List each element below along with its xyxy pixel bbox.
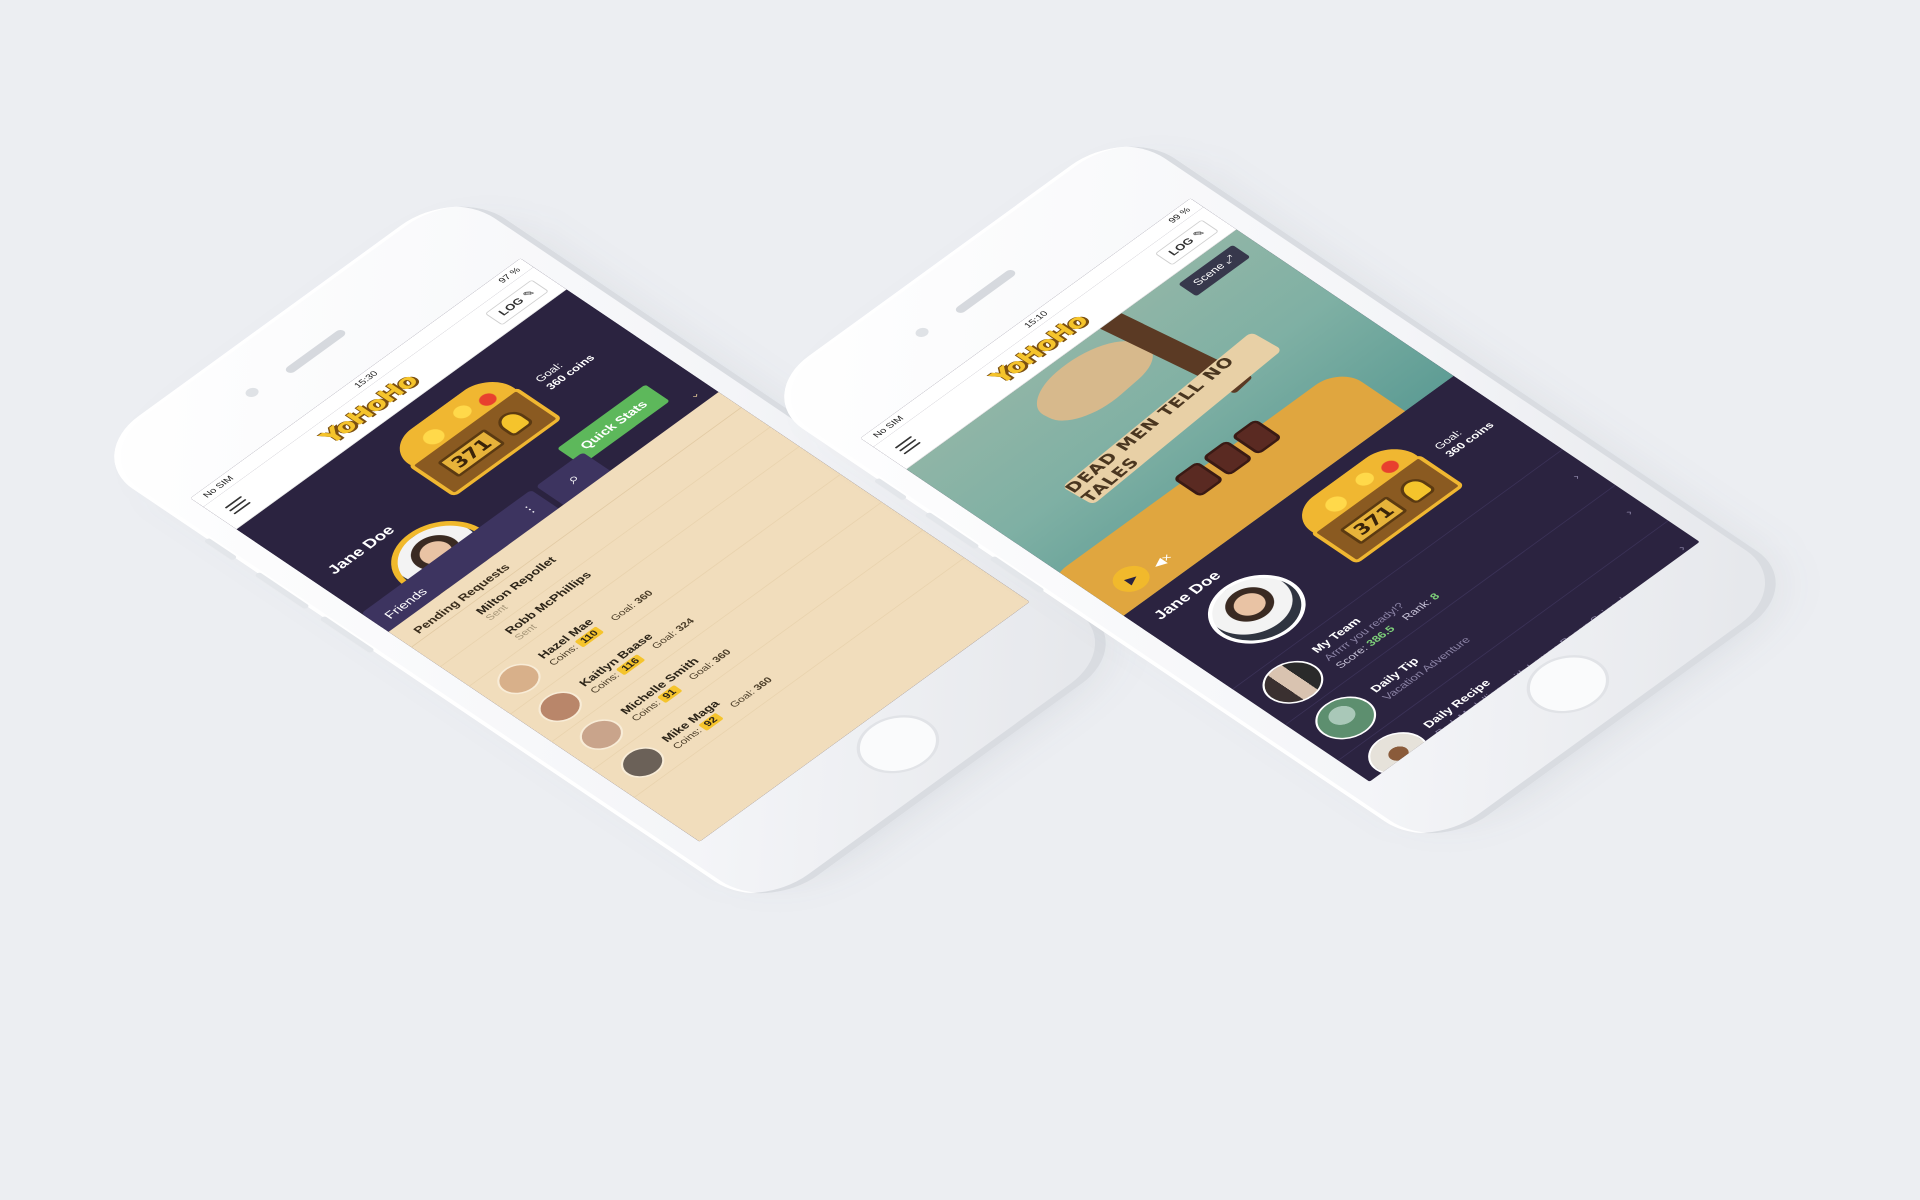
feather-icon: ✎ bbox=[1189, 227, 1208, 240]
search-icon: ⌕ bbox=[561, 470, 584, 487]
lock-icon bbox=[492, 407, 535, 438]
menu-icon[interactable] bbox=[224, 495, 251, 515]
goal-text: Goal: 360 coins bbox=[1431, 413, 1497, 460]
coin-count: 371 bbox=[1339, 495, 1408, 545]
mockup-stage: No SIM 15:30 97 % YoHoHo LOG ✎ Jane Doe bbox=[0, 0, 1920, 1200]
expand-icon: ⤢ bbox=[1220, 253, 1239, 266]
scene-label: Scene bbox=[1189, 260, 1228, 288]
feather-icon: ✎ bbox=[519, 287, 538, 300]
rank-value: 8 bbox=[1426, 590, 1443, 602]
coin-count: 371 bbox=[437, 428, 506, 478]
goal-text: Goal: 360 coins bbox=[532, 345, 598, 392]
menu-icon[interactable] bbox=[894, 435, 921, 455]
chevron-right-icon: › bbox=[1569, 472, 1583, 482]
more-options-icon[interactable]: ⋮ bbox=[518, 501, 542, 518]
chevron-right-icon: › bbox=[1622, 507, 1636, 517]
chevron-right-icon: › bbox=[1674, 543, 1689, 553]
log-label: LOG bbox=[1165, 235, 1197, 258]
log-label: LOG bbox=[495, 295, 527, 318]
lock-icon bbox=[1394, 474, 1438, 505]
user-name: Jane Doe bbox=[323, 523, 399, 577]
